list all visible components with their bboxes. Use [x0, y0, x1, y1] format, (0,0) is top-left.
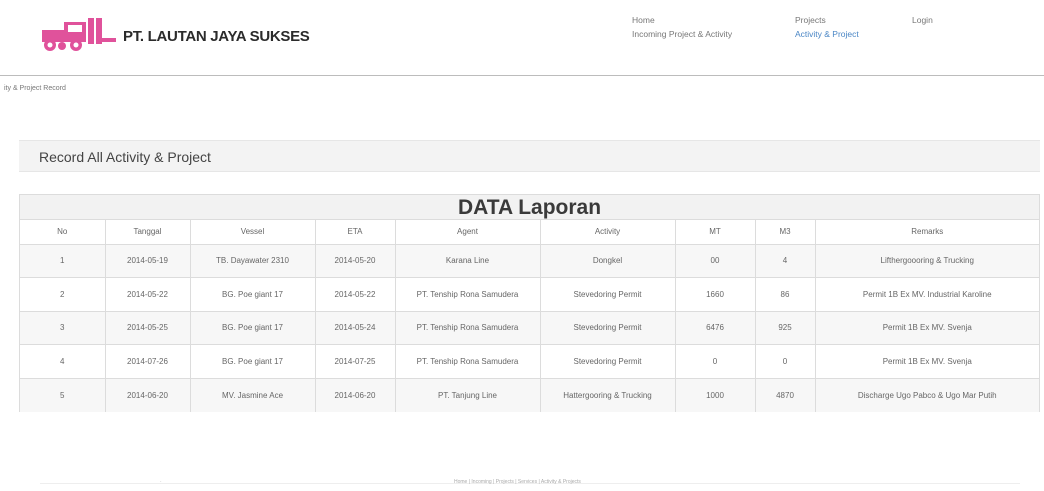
table-cell: PT. Tenship Rona Samudera: [394, 344, 540, 379]
table-cell: 1660: [674, 277, 755, 312]
footer: · Home | Incoming | Projects | Services …: [40, 479, 1020, 491]
table-cell: 2014-05-22: [104, 277, 190, 312]
table-cell: PT. Tanjung Line: [394, 378, 540, 412]
table-cell: Discharge Ugo Pabco & Ugo Mar Putih: [814, 378, 1039, 412]
table-cell: 2014-05-19: [104, 244, 190, 278]
table-cell: 1000: [674, 378, 755, 412]
table-header-row: No Tanggal Vessel ETA Agent Activity MT …: [20, 220, 1039, 245]
table-cell: 2014-05-22: [314, 277, 395, 312]
truck-logo-icon[interactable]: [40, 16, 118, 52]
column-header[interactable]: ETA: [314, 220, 395, 245]
nav-incoming-project[interactable]: Incoming Project & Activity: [632, 29, 732, 39]
table-cell: 2: [20, 277, 105, 312]
site-header: PT. LAUTAN JAYA SUKSES Home Incoming Pro…: [0, 0, 1044, 76]
table-cell: Stevedoring Permit: [539, 311, 675, 345]
table-cell: TB. Dayawater 2310: [189, 244, 315, 278]
table-row[interactable]: 5 2014-06-20 MV. Jasmine Ace 2014-06-20 PT. …: [20, 378, 1039, 412]
table-cell: 2014-05-20: [314, 244, 395, 278]
table-cell: 6476: [674, 311, 755, 345]
table-cell: 2014-07-26: [104, 344, 190, 379]
table-cell: 4: [754, 244, 815, 278]
report-table: No Tanggal Vessel ETA Agent Activity MT …: [20, 220, 1039, 412]
table-cell: 2014-06-20: [104, 378, 190, 412]
table-row[interactable]: 1 2014-05-19 TB. Dayawater 2310 2014-05-20 K…: [20, 244, 1039, 278]
table-row[interactable]: 3 2014-05-25 BG. Poe giant 17 2014-05-24 PT.…: [20, 311, 1039, 345]
table-cell: 925: [754, 311, 815, 345]
column-header[interactable]: Remarks: [814, 220, 1039, 245]
column-header[interactable]: Activity: [539, 220, 675, 245]
table-cell: 5: [20, 378, 105, 412]
footer-left: ·: [160, 479, 162, 485]
nav-home[interactable]: Home: [632, 15, 655, 25]
table-cell: BG. Poe giant 17: [189, 277, 315, 312]
table-cell: 3: [20, 311, 105, 345]
column-header[interactable]: No: [20, 220, 105, 245]
table-cell: Hattergooring & Trucking: [539, 378, 675, 412]
table-cell: 0: [754, 344, 815, 379]
page-title: Record All Activity & Project: [39, 149, 211, 165]
table-cell: 2014-07-25: [314, 344, 395, 379]
table-cell: Permit 1B Ex MV. Industrial Karoline: [814, 277, 1039, 312]
table-cell: BG. Poe giant 17: [189, 344, 315, 379]
table-cell: Stevedoring Permit: [539, 344, 675, 379]
table-cell: 00: [674, 244, 755, 278]
page-title-bar: Record All Activity & Project: [19, 140, 1040, 172]
nav-projects[interactable]: Projects: [795, 15, 826, 25]
table-cell: PT. Tenship Rona Samudera: [394, 311, 540, 345]
column-header[interactable]: M3: [754, 220, 815, 245]
nav-login[interactable]: Login: [912, 15, 933, 25]
table-cell: 0: [674, 344, 755, 379]
table-cell: MV. Jasmine Ace: [189, 378, 315, 412]
nav-activity-project[interactable]: Activity & Project: [795, 29, 859, 39]
column-header[interactable]: Agent: [394, 220, 540, 245]
table-cell: 4: [20, 344, 105, 379]
table-row[interactable]: 4 2014-07-26 BG. Poe giant 17 2014-07-25 PT.…: [20, 344, 1039, 379]
table-cell: 2014-05-25: [104, 311, 190, 345]
column-header[interactable]: MT: [674, 220, 755, 245]
column-header[interactable]: Vessel: [189, 220, 315, 245]
column-header[interactable]: Tanggal: [104, 220, 190, 245]
footer-links[interactable]: Home | Incoming | Projects | Services | …: [454, 479, 581, 485]
table-cell: PT. Tenship Rona Samudera: [394, 277, 540, 312]
table-cell: Permit 1B Ex MV. Svenja: [814, 344, 1039, 379]
brand-name: PT. LAUTAN JAYA SUKSES: [123, 28, 310, 45]
table-row[interactable]: 2 2014-05-22 BG. Poe giant 17 2014-05-22 PT.…: [20, 277, 1039, 312]
report-panel: DATA Laporan No Tanggal Vessel ETA Agent…: [19, 194, 1040, 412]
table-cell: BG. Poe giant 17: [189, 311, 315, 345]
report-title: DATA Laporan: [20, 195, 1039, 220]
table-cell: 2014-05-24: [314, 311, 395, 345]
breadcrumb: ity & Project Record: [4, 85, 66, 92]
table-cell: 1: [20, 244, 105, 278]
table-cell: 86: [754, 277, 815, 312]
table-cell: 2014-06-20: [314, 378, 395, 412]
table-cell: Permit 1B Ex MV. Svenja: [814, 311, 1039, 345]
table-cell: 4870: [754, 378, 815, 412]
table-cell: Stevedoring Permit: [539, 277, 675, 312]
table-cell: Dongkel: [539, 244, 675, 278]
table-cell: Karana Line: [394, 244, 540, 278]
table-cell: Lifthergoooring & Trucking: [814, 244, 1039, 278]
